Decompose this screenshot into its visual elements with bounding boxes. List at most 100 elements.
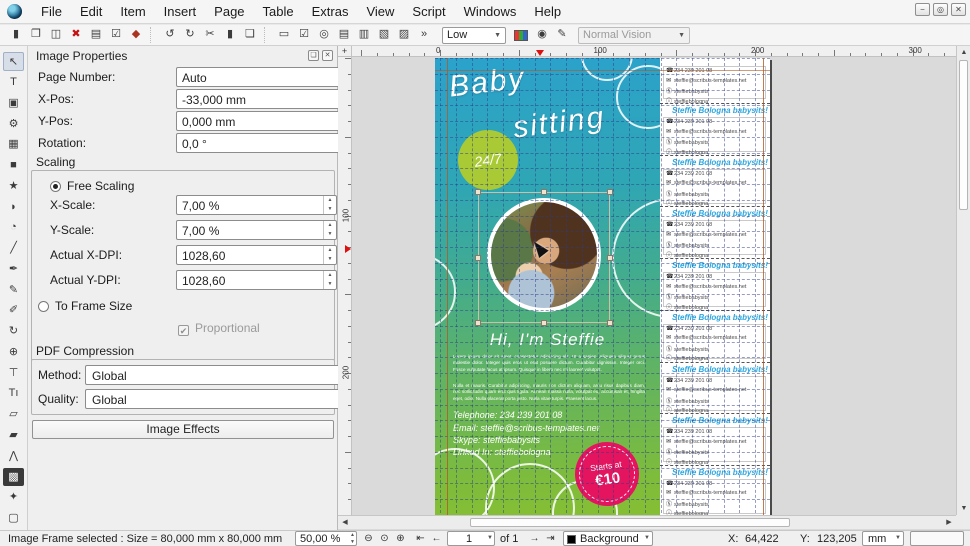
y-scale-spinbox[interactable]: 7,00 % ▲▼ bbox=[176, 220, 337, 240]
undo-icon[interactable]: ↺ bbox=[160, 26, 180, 44]
spin-arrows[interactable]: ▲▼ bbox=[323, 246, 336, 264]
tear-off-strips[interactable]: ☎234 239 201 08✉steffie@scribus-template… bbox=[660, 58, 770, 515]
edit-contents-icon[interactable]: ⊤ bbox=[3, 364, 24, 383]
image-effects-button[interactable]: Image Effects bbox=[32, 420, 334, 439]
preflight-verifier-icon[interactable]: ☑ bbox=[106, 26, 126, 44]
spin-arrows[interactable]: ▲▼ bbox=[323, 271, 336, 289]
pdf-combobox-icon[interactable]: ▤ bbox=[334, 26, 354, 44]
insert-table-icon[interactable]: ▦ bbox=[3, 135, 24, 154]
open-document-icon[interactable]: ❐ bbox=[26, 26, 46, 44]
menu-item[interactable]: Item bbox=[111, 0, 154, 23]
menu-file[interactable]: File bbox=[32, 0, 71, 23]
pdf-textfield-icon[interactable]: ▧ bbox=[374, 26, 394, 44]
print-icon[interactable]: ▤ bbox=[86, 26, 106, 44]
document-viewport[interactable]: Baby sitting 24/7 Hi, I'm Steffie Lorem … bbox=[352, 57, 956, 515]
menu-view[interactable]: View bbox=[357, 0, 403, 23]
export-pdf-icon[interactable]: ◆ bbox=[126, 26, 146, 44]
insert-polygon-icon[interactable]: ★ bbox=[3, 177, 24, 196]
new-document-icon[interactable]: ▮ bbox=[6, 26, 26, 44]
preview-mode-icon[interactable]: ◉ bbox=[532, 26, 552, 44]
redo-icon[interactable]: ↻ bbox=[180, 26, 200, 44]
horizontal-scrollbar[interactable]: ◀ ▶ bbox=[338, 515, 956, 529]
pdf-pushbutton-icon[interactable]: ▭ bbox=[274, 26, 294, 44]
last-page-icon[interactable]: ⇥ bbox=[543, 532, 558, 546]
insert-calligraphy-icon[interactable]: ✐ bbox=[3, 301, 24, 320]
cut-icon[interactable]: ✂ bbox=[200, 26, 220, 44]
to-frame-size-radio[interactable]: To Frame Size bbox=[38, 299, 132, 313]
resize-handle[interactable] bbox=[607, 320, 613, 326]
chevron-down-icon[interactable]: ▼ bbox=[644, 535, 650, 541]
horizontal-ruler[interactable]: 0100200300 bbox=[352, 46, 956, 57]
insert-shape-icon[interactable]: ■ bbox=[3, 156, 24, 175]
insert-freehand-icon[interactable]: ✎ bbox=[3, 281, 24, 300]
spin-arrows[interactable]: ▲▼ bbox=[323, 221, 336, 239]
tear-off-strip[interactable]: Steffie Bologna babysits!☎234 239 201 08… bbox=[660, 155, 770, 207]
rotate-item-icon[interactable]: ↻ bbox=[3, 322, 24, 341]
save-icon[interactable]: ◫ bbox=[46, 26, 66, 44]
menu-extras[interactable]: Extras bbox=[303, 0, 358, 23]
pdf-radiobutton-icon[interactable]: ◎ bbox=[314, 26, 334, 44]
tear-off-strip[interactable]: Steffie Bologna babysits!☎234 239 201 08… bbox=[660, 258, 770, 310]
scroll-up-icon[interactable]: ▲ bbox=[957, 46, 970, 59]
minimize-button[interactable]: − bbox=[915, 3, 930, 16]
menu-insert[interactable]: Insert bbox=[155, 0, 206, 23]
vision-defect-dropdown[interactable]: Normal Vision ▼ bbox=[578, 27, 690, 44]
pdf-checkbox-icon[interactable]: ☑ bbox=[294, 26, 314, 44]
scroll-thumb[interactable] bbox=[959, 60, 968, 210]
tear-off-strip[interactable]: ☎234 239 201 08✉steffie@scribus-template… bbox=[660, 57, 770, 102]
close-button[interactable]: ✕ bbox=[951, 3, 966, 16]
resize-handle[interactable] bbox=[475, 320, 481, 326]
tear-off-strip[interactable]: Steffie Bologna babysits!☎234 239 201 08… bbox=[660, 362, 770, 414]
pdf-annotation-icon[interactable]: ▨ bbox=[394, 26, 414, 44]
pdf-listbox-icon[interactable]: ▥ bbox=[354, 26, 374, 44]
scroll-down-icon[interactable]: ▼ bbox=[957, 502, 970, 515]
resize-handle[interactable] bbox=[475, 189, 481, 195]
menu-windows[interactable]: Windows bbox=[455, 0, 526, 23]
flyer-artwork[interactable]: Baby sitting 24/7 Hi, I'm Steffie Lorem … bbox=[435, 58, 660, 515]
color-management-icon[interactable] bbox=[514, 30, 528, 41]
insert-spiral-icon[interactable]: ◔ bbox=[3, 218, 24, 237]
resize-handle[interactable] bbox=[607, 189, 613, 195]
menu-table[interactable]: Table bbox=[254, 0, 303, 23]
previous-page-icon[interactable]: ← bbox=[429, 532, 444, 546]
x-pos-spinbox[interactable]: -33,000 mm ▲▼ bbox=[176, 89, 361, 109]
tear-off-strip[interactable]: Steffie Bologna babysits!☎234 239 201 08… bbox=[660, 103, 770, 155]
chevron-down-icon[interactable]: ▼ bbox=[895, 535, 901, 541]
zoom-spinbox[interactable]: 50,00 % ▲▼ bbox=[295, 531, 357, 546]
page-number-field[interactable]: 1 ▼ bbox=[447, 531, 495, 546]
insert-text-frame-icon[interactable]: T bbox=[3, 73, 24, 92]
restore-button[interactable]: ◎ bbox=[933, 3, 948, 16]
zoom-out-icon[interactable]: ⊖ bbox=[361, 532, 376, 546]
measurements-icon[interactable]: ⋀ bbox=[3, 447, 24, 466]
edit-in-preview-icon[interactable]: ✎ bbox=[552, 26, 572, 44]
y-dpi-spinbox[interactable]: 1028,60 ▲▼ bbox=[176, 270, 337, 290]
document-page[interactable]: Baby sitting 24/7 Hi, I'm Steffie Lorem … bbox=[435, 58, 770, 515]
x-dpi-spinbox[interactable]: 1028,60 ▲▼ bbox=[176, 245, 337, 265]
scroll-right-icon[interactable]: ▶ bbox=[942, 516, 956, 529]
page-number-spinbox[interactable]: Auto ▲▼ bbox=[176, 67, 361, 87]
resize-handle[interactable] bbox=[541, 189, 547, 195]
link-text-frames-icon[interactable]: ▱ bbox=[3, 405, 24, 424]
vertical-ruler[interactable]: 100200 bbox=[338, 57, 352, 515]
zoom-in-icon[interactable]: ⊕ bbox=[393, 532, 408, 546]
insert-image-frame-icon[interactable]: ▣ bbox=[3, 94, 24, 113]
selection-frame[interactable] bbox=[478, 192, 610, 323]
zoom-default-icon[interactable]: ⊙ bbox=[377, 532, 392, 546]
rotation-spinbox[interactable]: 0,0 ° ▲▼ bbox=[176, 133, 361, 153]
insert-arc-icon[interactable]: ◗ bbox=[3, 198, 24, 217]
method-dropdown[interactable]: Global ▼ bbox=[85, 365, 361, 385]
unlink-text-frames-icon[interactable]: ▰ bbox=[3, 426, 24, 445]
scroll-thumb[interactable] bbox=[470, 518, 790, 527]
menu-page[interactable]: Page bbox=[205, 0, 253, 23]
chevron-down-icon[interactable]: ▼ bbox=[487, 535, 493, 541]
first-page-icon[interactable]: ⇤ bbox=[413, 532, 428, 546]
copy-properties-icon[interactable]: ▩ bbox=[3, 468, 24, 487]
unit-dropdown[interactable]: mm ▼ bbox=[862, 531, 904, 546]
insert-render-frame-icon[interactable]: ⚙ bbox=[3, 115, 24, 134]
paste-icon[interactable]: ❏ bbox=[240, 26, 260, 44]
proportional-checkbox[interactable]: ✔Proportional bbox=[178, 321, 260, 336]
image-quality-dropdown[interactable]: Low ▼ bbox=[442, 27, 506, 44]
resize-handle[interactable] bbox=[541, 320, 547, 326]
tear-off-strip[interactable]: Steffie Bologna babysits!☎234 239 201 08… bbox=[660, 310, 770, 362]
float-panel-icon[interactable]: ❏ bbox=[308, 50, 319, 61]
